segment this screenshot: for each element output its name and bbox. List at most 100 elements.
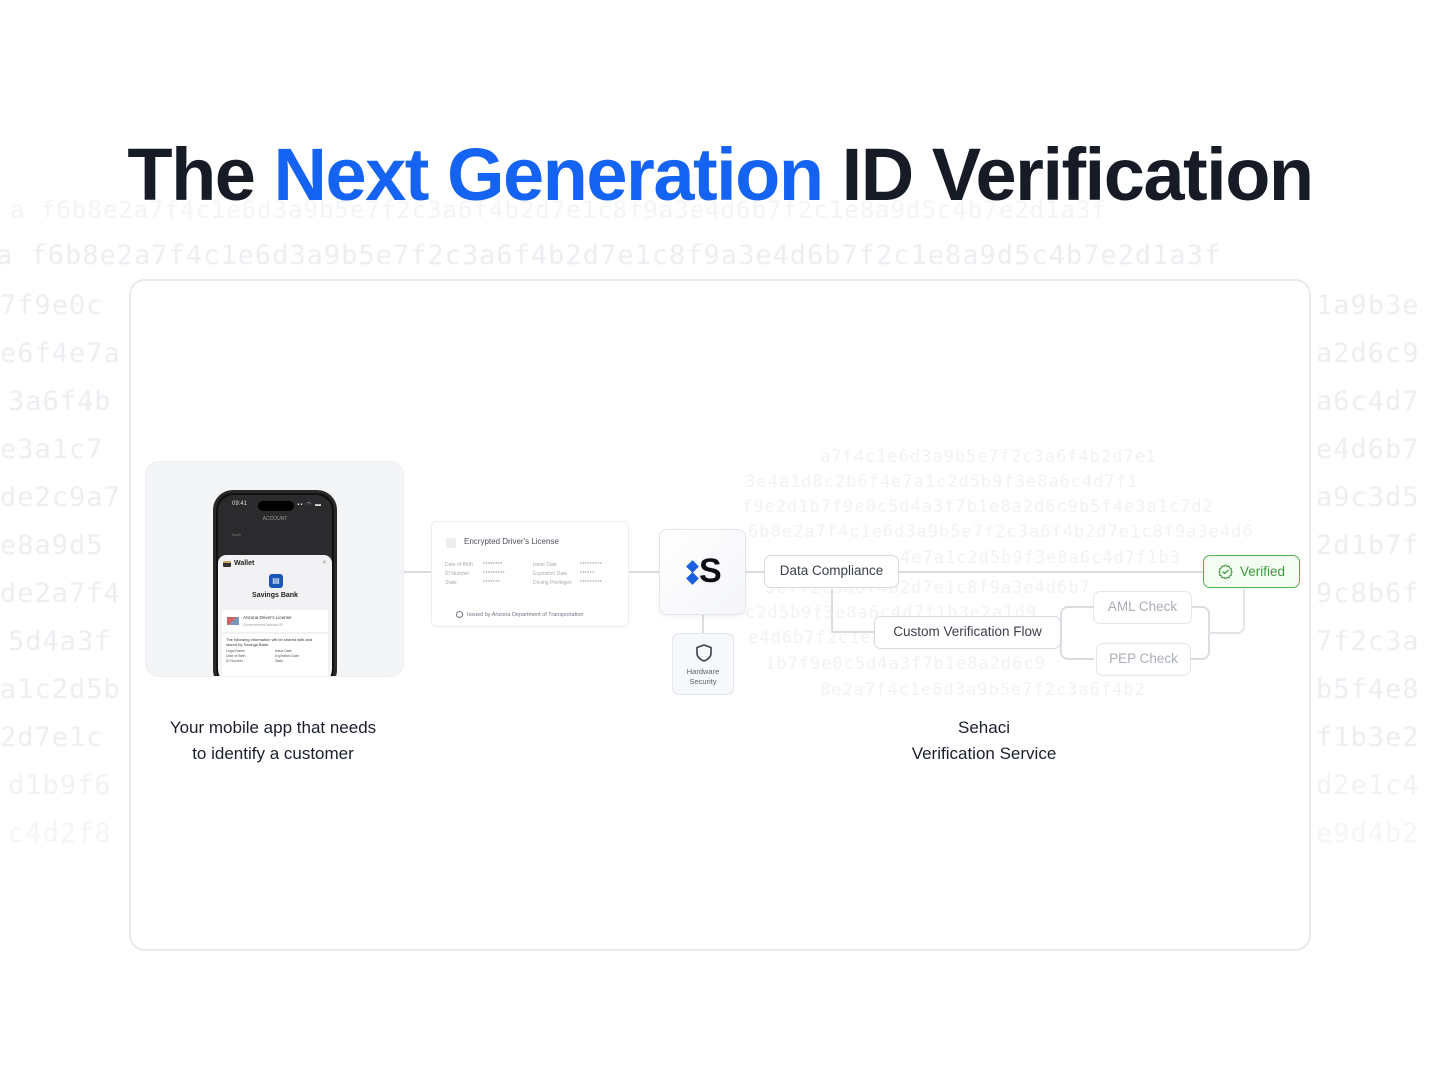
label-line: Security [689, 677, 717, 686]
field-label: State [445, 580, 457, 586]
wallet-icon [223, 560, 231, 567]
hex-row: 6b8e2a7f4c1e6d3a9b5e7f2c3a6f4b2d7e1c8f9a… [748, 522, 1254, 542]
field-value: ********* [580, 562, 603, 568]
hex-row: 1b7f9e0c5d4a3f7b1e8a2d6c9 [765, 654, 1046, 674]
hex-row: 7f9e0c [0, 290, 104, 321]
mobile-app-caption: Your mobile app that needs to identify a… [130, 715, 416, 767]
bank-name: Savings Bank [252, 592, 298, 599]
hex-row: 1a9b3e [1316, 290, 1420, 321]
license-card-title: Encrypted Driver's License [464, 537, 559, 546]
logo-diamond-icon [686, 572, 699, 585]
caption-line: Verification Service [911, 744, 1057, 763]
hex-row: a7f4c1e6d3a9b5e7f2c3a6f4b2d7e1 [820, 447, 1158, 467]
field-label: Issue Date [533, 562, 557, 568]
issuer-line: Issued by Arizona Department of Transpor… [456, 611, 583, 618]
shared-info-box: The following information will be shared… [222, 634, 328, 676]
license-thumbnail [227, 617, 239, 625]
license-title: Arizona Driver's License [243, 615, 292, 620]
hardware-security-label: Hardware Security [673, 667, 733, 687]
hardware-security-node: Hardware Security [672, 633, 734, 695]
wallet-header: Wallet [223, 560, 254, 567]
close-icon[interactable]: ✕ [322, 559, 327, 566]
license-subtitle: Government Issued ID [243, 622, 284, 627]
field-value: ******** [483, 562, 503, 568]
connector-line [898, 571, 1203, 573]
hex-row: a9c3d5 [1316, 482, 1420, 513]
sehaci-logo-node: S [659, 529, 746, 615]
custom-verification-flow-node: Custom Verification Flow [874, 616, 1061, 649]
field-value: ******* [483, 580, 501, 586]
license-item[interactable]: Arizona Driver's License Government Issu… [222, 610, 328, 632]
title-suffix: ID Verification [841, 133, 1314, 216]
merge-connector [1190, 606, 1210, 660]
field-label: State [275, 659, 284, 663]
hex-row: 3e4a1d8c2b6f4e7a1c2d5b9f3e8a6c4d7f1 [745, 472, 1139, 492]
field-label: Driving Privileges [533, 580, 572, 586]
logo-diamond-icon [686, 560, 699, 573]
verified-label: Verified [1239, 563, 1286, 579]
hex-row: e3a1c7 [0, 434, 104, 465]
hex-row: 9c8b6f [1316, 578, 1420, 609]
phone-screen: 09:41 ▪▪ ◠ ▬ ACCOUNT Back Wallet ✕ ▤ Sav… [218, 495, 332, 676]
license-icon [446, 538, 456, 548]
field-label: ID Number [445, 571, 470, 577]
branch-connector [1060, 606, 1094, 660]
verified-check-icon [1218, 564, 1233, 579]
phone-status-icons: ▪▪ ◠ ▬ [297, 502, 322, 508]
hex-row: 4e7a1c2d5b9f3e8a6c4d7f1b3 [900, 548, 1181, 568]
page-title: The Next Generation ID Verification [0, 132, 1440, 217]
logo-letter: S [699, 552, 722, 590]
license-fields: Date of Birth ******** Issue Date ******… [445, 562, 620, 586]
field-value: ****** [580, 571, 595, 577]
connector-line [629, 571, 659, 573]
data-compliance-node: Data Compliance [764, 555, 899, 588]
wallet-sheet: Wallet ✕ ▤ Savings Bank Arizona Driver's… [218, 555, 332, 676]
hex-row: de2c9a7 [0, 482, 121, 513]
hex-row: 8e2a7f4c1e6d3a9b5e7f2c3a6f4b2 [820, 680, 1146, 700]
pep-check-node: PEP Check [1096, 643, 1191, 676]
hex-row: 5d4a3f [8, 626, 112, 657]
hex-row: e9d4b2 [1316, 818, 1420, 849]
hex-row: e6f4e7a [0, 338, 121, 369]
field-value: ********* [483, 571, 506, 577]
verified-badge: Verified [1203, 555, 1300, 588]
hex-row: d2e1c4 [1316, 770, 1420, 801]
phone-time: 09:41 [232, 501, 248, 507]
caption-line: Your mobile app that needs [169, 718, 377, 737]
connector-line [831, 631, 875, 633]
field-label: Expiration Date [533, 571, 568, 577]
hex-row: a2d6c9 [1316, 338, 1420, 369]
caption-line: to identify a customer [192, 744, 354, 763]
check-circle-icon [456, 611, 463, 618]
bank-icon: ▤ [269, 574, 283, 588]
hex-row: 2d1b7f [1316, 530, 1420, 561]
shared-info-text: The following information will be shared… [226, 637, 313, 647]
label-line: Hardware [686, 667, 720, 676]
hex-row: f1b3e2 [1316, 722, 1420, 753]
field-label: ID Number [226, 659, 243, 663]
aml-check-node: AML Check [1093, 591, 1192, 624]
mobile-app-preview: 09:41 ▪▪ ◠ ▬ ACCOUNT Back Wallet ✕ ▤ Sav… [145, 461, 404, 677]
phone-mockup: 09:41 ▪▪ ◠ ▬ ACCOUNT Back Wallet ✕ ▤ Sav… [213, 490, 337, 676]
connector-line [746, 571, 765, 573]
phone-back-link[interactable]: Back [232, 532, 241, 537]
hex-row: 7f2c3a [1316, 626, 1420, 657]
connector-line [702, 615, 704, 634]
dynamic-island [258, 501, 294, 511]
shield-icon [696, 644, 712, 662]
title-accent: Next Generation [273, 133, 825, 216]
hex-row: d1b9f6 [8, 770, 112, 801]
caption-line: Sehaci [958, 718, 1010, 737]
hex-row: a6c4d7 [1316, 386, 1420, 417]
hex-row: 3a6f4b [8, 386, 112, 417]
hex-row: e8a9d5 [0, 530, 104, 561]
hex-row: a1c2d5b [0, 674, 121, 705]
hex-row: 2d7e1c [0, 722, 104, 753]
hex-row: f9e2d1b7f9e0c5d4a3f7b1e8a2d6c9b5f4e3a1c7… [742, 497, 1214, 517]
hex-row: e4d6b7 [1316, 434, 1420, 465]
wallet-label: Wallet [234, 560, 255, 567]
title-prefix: The [127, 133, 256, 216]
field-label: Date of Birth [445, 562, 473, 568]
verified-connector [1208, 589, 1245, 634]
connector-line [404, 571, 432, 573]
